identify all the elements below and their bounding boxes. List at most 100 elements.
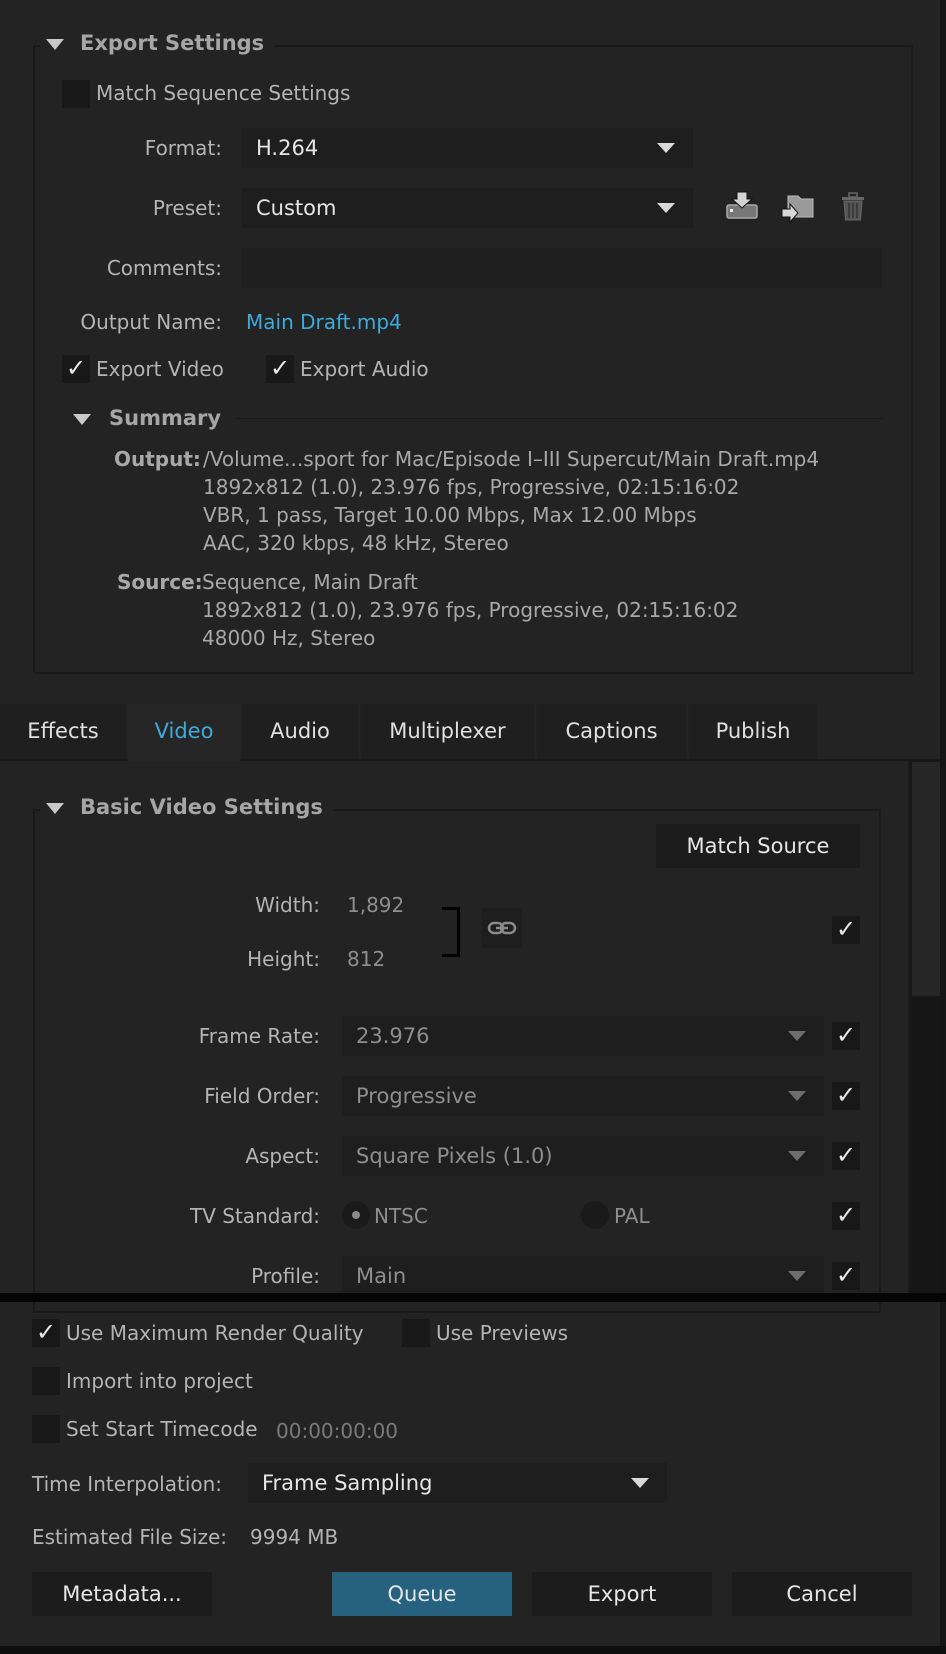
tab-effects[interactable]: Effects xyxy=(0,704,126,759)
field-order-value: Progressive xyxy=(356,1084,477,1108)
summary-output-line: AAC, 320 kbps, 48 kHz, Stereo xyxy=(203,531,509,555)
height-value[interactable]: 812 xyxy=(347,947,385,971)
profile-checkbox[interactable]: ✓ xyxy=(832,1261,860,1290)
checkmark-icon: ✓ xyxy=(66,354,87,382)
profile-row-clip: Profile: Main ✓ xyxy=(0,1250,908,1293)
time-interpolation-value: Frame Sampling xyxy=(262,1471,433,1495)
checkmark-icon: ✓ xyxy=(36,1318,57,1346)
scrollbar-thumb[interactable] xyxy=(912,762,940,996)
field-order-checkbox[interactable]: ✓ xyxy=(832,1081,860,1110)
metadata-button[interactable]: Metadata... xyxy=(32,1572,212,1616)
window-bottom-edge xyxy=(0,1646,946,1654)
radio-selected-dot xyxy=(352,1211,360,1219)
use-previews-label: Use Previews xyxy=(436,1321,568,1345)
constrain-proportions-button[interactable] xyxy=(482,908,522,948)
tab-video[interactable]: Video xyxy=(128,704,240,761)
comments-label: Comments: xyxy=(106,256,222,280)
aspect-dropdown[interactable]: Square Pixels (1.0) xyxy=(342,1136,824,1176)
use-previews-checkbox[interactable] xyxy=(402,1319,430,1347)
ntsc-label: NTSC xyxy=(374,1204,428,1228)
output-name-label: Output Name: xyxy=(80,310,222,334)
summary-source-line: 1892x812 (1.0), 23.976 fps, Progressive,… xyxy=(202,598,739,622)
frame-rate-dropdown[interactable]: 23.976 xyxy=(342,1016,824,1056)
tab-publish[interactable]: Publish xyxy=(689,704,817,759)
dropdown-arrow-icon xyxy=(631,1478,649,1488)
dropdown-arrow-icon xyxy=(657,143,675,153)
file-size-label: Estimated File Size: xyxy=(32,1525,228,1549)
profile-value: Main xyxy=(356,1264,407,1288)
export-button[interactable]: Export xyxy=(532,1572,712,1616)
field-order-label: Field Order: xyxy=(204,1084,320,1108)
export-video-checkbox[interactable]: ✓ xyxy=(62,354,90,383)
summary-output-line: /Volume...sport for Mac/Episode I–III Su… xyxy=(203,447,820,471)
checkmark-icon: ✓ xyxy=(270,354,291,382)
summary-source-line: Sequence, Main Draft xyxy=(202,570,418,594)
tab-captions[interactable]: Captions xyxy=(537,704,686,759)
checkmark-icon: ✓ xyxy=(836,915,857,943)
export-audio-checkbox[interactable]: ✓ xyxy=(266,354,294,383)
width-label: Width: xyxy=(255,893,320,917)
max-render-checkbox[interactable]: ✓ xyxy=(32,1318,60,1347)
checkmark-icon: ✓ xyxy=(836,1261,857,1289)
max-render-label: Use Maximum Render Quality xyxy=(66,1321,364,1345)
summary-output-line: VBR, 1 pass, Target 10.00 Mbps, Max 12.0… xyxy=(203,503,697,527)
height-label: Height: xyxy=(247,947,320,971)
summary-title: Summary xyxy=(109,406,222,430)
summary-header[interactable]: Summary xyxy=(73,406,221,430)
profile-dropdown[interactable]: Main xyxy=(342,1256,824,1293)
dropdown-arrow-icon xyxy=(657,203,675,213)
tab-audio[interactable]: Audio xyxy=(242,704,358,759)
export-audio-label: Export Audio xyxy=(300,357,429,381)
pal-label: PAL xyxy=(614,1204,650,1228)
collapse-triangle-icon xyxy=(73,413,91,425)
aspect-checkbox[interactable]: ✓ xyxy=(832,1141,860,1170)
match-source-button[interactable]: Match Source xyxy=(656,824,860,868)
start-timecode-value[interactable]: 00:00:00:00 xyxy=(276,1419,398,1443)
frame-rate-value: 23.976 xyxy=(356,1024,430,1048)
dropdown-arrow-icon xyxy=(788,1031,806,1041)
link-icon xyxy=(487,921,517,935)
collapse-triangle-icon xyxy=(46,802,64,814)
frame-rate-checkbox[interactable]: ✓ xyxy=(832,1021,860,1050)
cancel-button[interactable]: Cancel xyxy=(732,1572,912,1616)
summary-output-label: Output: xyxy=(114,447,201,471)
panel-divider xyxy=(0,1293,946,1302)
comments-input[interactable] xyxy=(242,248,882,288)
file-size-value: 9994 MB xyxy=(250,1525,339,1549)
size-match-checkbox[interactable]: ✓ xyxy=(832,915,860,944)
pal-radio[interactable] xyxy=(581,1201,609,1229)
tv-standard-checkbox[interactable]: ✓ xyxy=(832,1201,860,1230)
frame-rate-label: Frame Rate: xyxy=(198,1024,320,1048)
save-preset-icon[interactable] xyxy=(725,190,759,222)
export-video-label: Export Video xyxy=(96,357,224,381)
output-name-link[interactable]: Main Draft.mp4 xyxy=(246,310,402,334)
format-dropdown[interactable]: H.264 xyxy=(242,128,693,168)
basic-video-header[interactable]: Basic Video Settings xyxy=(40,795,333,819)
checkmark-icon: ✓ xyxy=(836,1021,857,1049)
field-order-dropdown[interactable]: Progressive xyxy=(342,1076,824,1116)
basic-video-title: Basic Video Settings xyxy=(80,795,323,819)
match-sequence-checkbox[interactable] xyxy=(62,80,90,108)
delete-preset-icon[interactable] xyxy=(840,192,866,222)
time-interpolation-label: Time Interpolation: xyxy=(32,1472,223,1496)
collapse-triangle-icon xyxy=(46,38,64,50)
preset-label: Preset: xyxy=(152,196,222,220)
dropdown-arrow-icon xyxy=(788,1091,806,1101)
dropdown-arrow-icon xyxy=(788,1151,806,1161)
preset-dropdown[interactable]: Custom xyxy=(242,188,693,228)
ntsc-radio[interactable] xyxy=(342,1201,370,1229)
start-timecode-checkbox[interactable] xyxy=(32,1415,60,1443)
checkmark-icon: ✓ xyxy=(836,1081,857,1109)
tab-multiplexer[interactable]: Multiplexer xyxy=(361,704,534,759)
format-label: Format: xyxy=(144,136,222,160)
import-project-label: Import into project xyxy=(66,1369,253,1393)
queue-button[interactable]: Queue xyxy=(332,1572,512,1616)
panel-edge xyxy=(940,0,946,1654)
import-preset-icon[interactable] xyxy=(780,192,816,224)
export-settings-header[interactable]: Export Settings xyxy=(40,31,275,55)
width-value[interactable]: 1,892 xyxy=(347,893,404,917)
time-interpolation-dropdown[interactable]: Frame Sampling xyxy=(248,1463,667,1503)
summary-divider xyxy=(235,418,883,419)
import-project-checkbox[interactable] xyxy=(32,1367,60,1395)
summary-output-line: 1892x812 (1.0), 23.976 fps, Progressive,… xyxy=(203,475,740,499)
